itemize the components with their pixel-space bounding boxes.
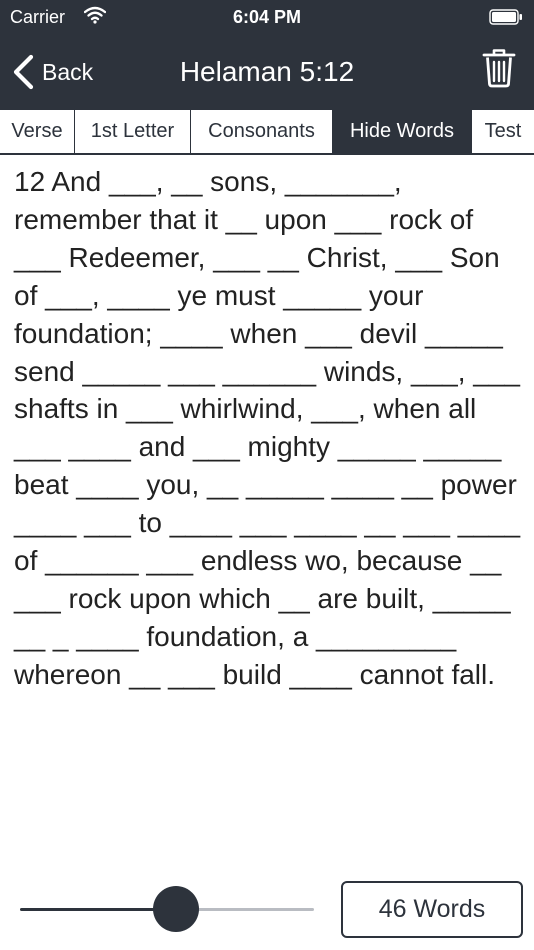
verse-text: 12 And ___, __ sons, _______, remember t… xyxy=(14,166,521,690)
navigation-bar: Back Helaman 5:12 xyxy=(0,36,534,108)
word-count-button[interactable]: 46 Words xyxy=(341,881,523,938)
status-bar: Carrier 6:04 PM xyxy=(0,0,534,36)
mode-hide-words-segment[interactable]: Hide Words xyxy=(333,110,472,153)
difficulty-slider[interactable] xyxy=(20,884,314,934)
status-time: 6:04 PM xyxy=(232,7,302,27)
mode-segmented-control: Verse 1st Letter Consonants Hide Words T… xyxy=(0,108,534,155)
battery-icon xyxy=(489,9,522,25)
mode-consonants-segment[interactable]: Consonants xyxy=(191,110,333,153)
mode-first-letter-segment[interactable]: 1st Letter xyxy=(75,110,191,153)
back-label: Back xyxy=(42,58,94,85)
mode-test-segment[interactable]: Test xyxy=(472,110,534,153)
page-title: Helaman 5:12 xyxy=(179,56,355,87)
trash-icon[interactable] xyxy=(482,48,516,88)
slider-thumb[interactable] xyxy=(152,886,199,932)
back-button[interactable]: Back xyxy=(12,52,93,92)
mode-verse-segment[interactable]: Verse xyxy=(0,110,75,153)
chevron-left-icon xyxy=(13,54,34,90)
